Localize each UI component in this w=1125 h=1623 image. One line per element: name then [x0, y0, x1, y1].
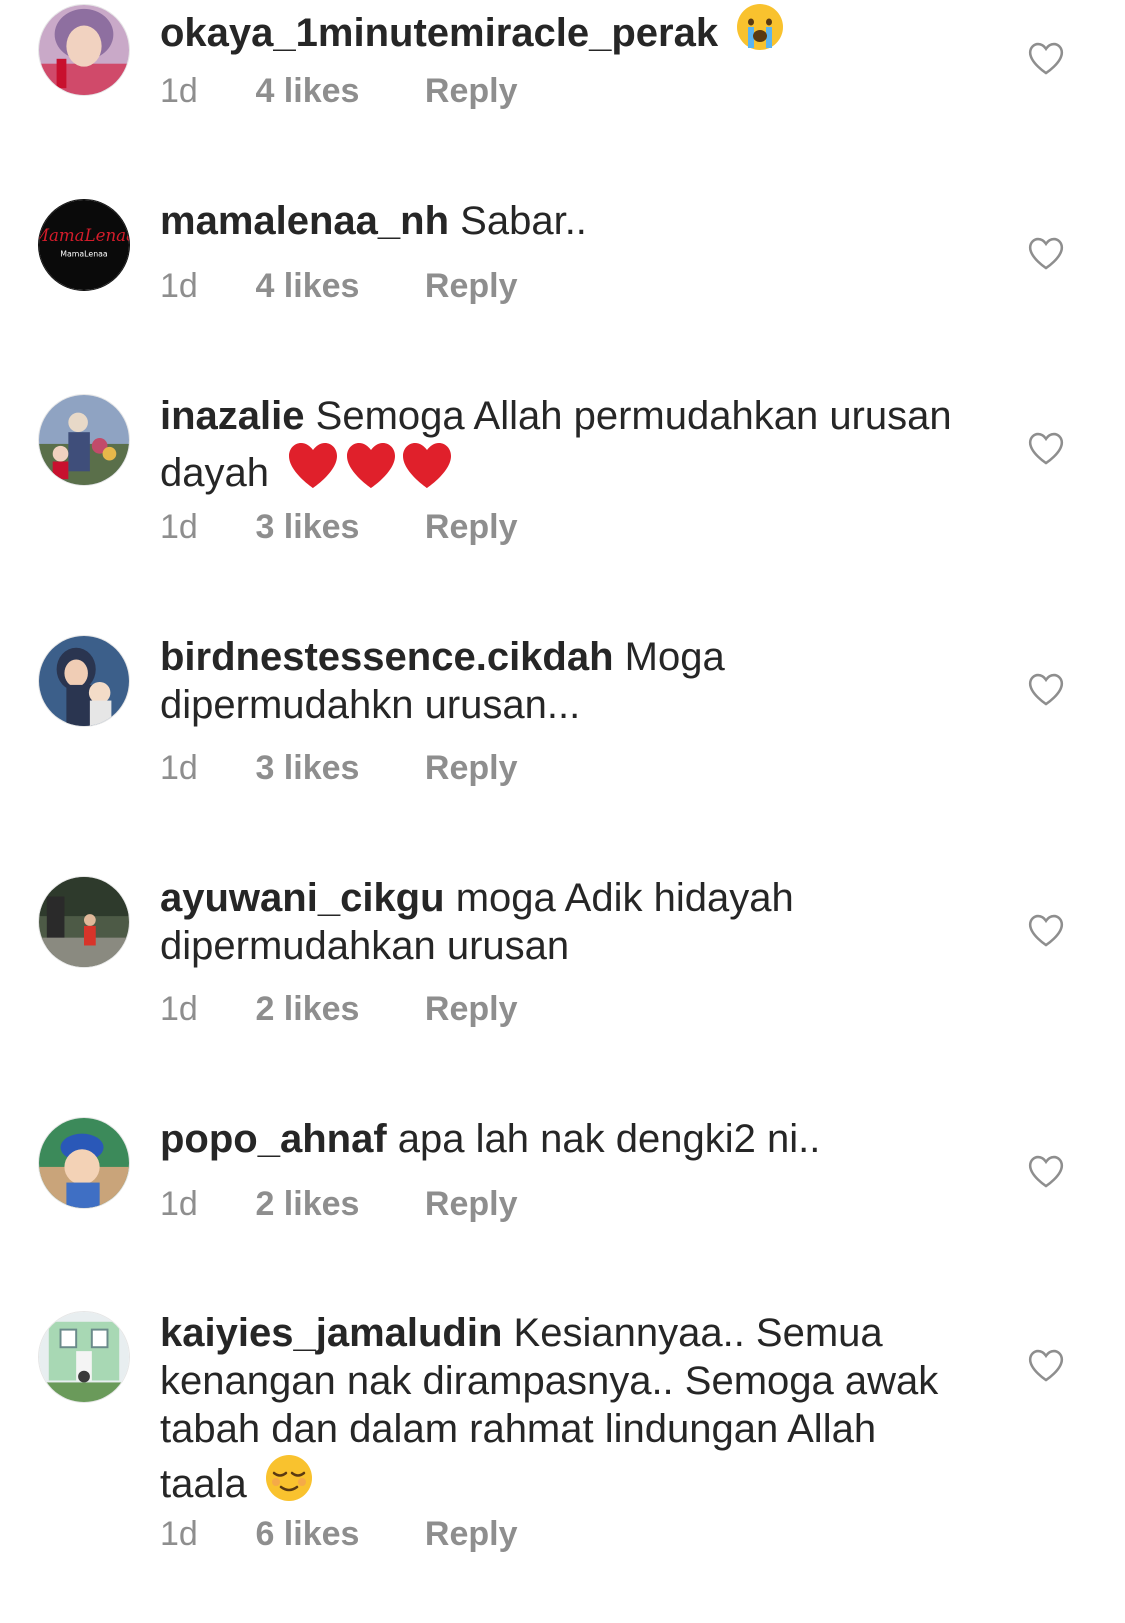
avatar[interactable]	[38, 1117, 130, 1209]
comment-age: 1d	[160, 267, 198, 305]
comment-age: 1d	[160, 749, 198, 787]
reply-button[interactable]: Reply	[425, 1515, 518, 1554]
reply-button[interactable]: Reply	[425, 749, 518, 788]
comment-text: okaya_1minutemiracle_perak	[160, 2, 960, 63]
comment-age: 1d	[160, 508, 198, 546]
crying-face-icon	[735, 2, 785, 63]
heart-icon[interactable]	[1027, 235, 1065, 271]
heart-icon[interactable]	[1027, 40, 1065, 76]
comment-meta: 1d 6 likes Reply	[160, 1515, 518, 1554]
heart-icon[interactable]	[1027, 912, 1065, 948]
comment-age: 1d	[160, 1515, 198, 1553]
comment-age: 1d	[160, 990, 198, 1028]
comment-text: inazalie Semoga Allah permudahkan urusan…	[160, 392, 960, 503]
avatar-logo-subtext: MamaLenaa	[60, 250, 108, 259]
comment-meta: 1d 3 likes Reply	[160, 508, 518, 547]
heart-icon[interactable]	[1027, 1347, 1065, 1383]
avatar[interactable]: MamaLenaa MamaLenaa	[38, 199, 130, 291]
comment-likes[interactable]: 2 likes	[255, 990, 415, 1029]
reply-button[interactable]: Reply	[425, 72, 518, 111]
comment-message: Sabar..	[460, 199, 587, 243]
reply-button[interactable]: Reply	[425, 508, 518, 547]
comment-age: 1d	[160, 72, 198, 110]
comment-meta: 1d 2 likes Reply	[160, 990, 518, 1029]
heart-icon[interactable]	[1027, 671, 1065, 707]
comment-meta: 1d 4 likes Reply	[160, 267, 518, 306]
comment-username[interactable]: okaya_1minutemiracle_perak	[160, 11, 718, 55]
comment-username[interactable]: inazalie	[160, 394, 305, 438]
comment-likes[interactable]: 6 likes	[255, 1515, 415, 1554]
comment-likes[interactable]: 2 likes	[255, 1185, 415, 1224]
avatar[interactable]	[38, 394, 130, 486]
comment-text: popo_ahnaf apa lah nak dengki2 ni..	[160, 1115, 960, 1163]
comment-likes[interactable]: 4 likes	[255, 267, 415, 306]
comment-text: ayuwani_cikgu moga Adik hidayah dipermud…	[160, 874, 960, 970]
heart-icon[interactable]	[1027, 430, 1065, 466]
comment-text: birdnestessence.cikdah Moga dipermudahkn…	[160, 633, 960, 729]
comment-username[interactable]: popo_ahnaf	[160, 1117, 387, 1161]
avatar[interactable]	[38, 1311, 130, 1403]
avatar-logo-text: MamaLenaa	[39, 226, 129, 245]
comment-meta: 1d 4 likes Reply	[160, 72, 518, 111]
reply-button[interactable]: Reply	[425, 1185, 518, 1224]
reply-button[interactable]: Reply	[425, 267, 518, 306]
heart-icon[interactable]	[1027, 1153, 1065, 1189]
avatar[interactable]	[38, 4, 130, 96]
relieved-face-icon	[264, 1453, 314, 1514]
comment-username[interactable]: mamalenaa_nh	[160, 199, 449, 243]
comment-likes[interactable]: 3 likes	[255, 508, 415, 547]
comment-likes[interactable]: 4 likes	[255, 72, 415, 111]
red-hearts-icon	[286, 440, 454, 503]
reply-button[interactable]: Reply	[425, 990, 518, 1029]
comment-meta: 1d 3 likes Reply	[160, 749, 518, 788]
avatar[interactable]	[38, 635, 130, 727]
comment-age: 1d	[160, 1185, 198, 1223]
comment-username[interactable]: kaiyies_jamaludin	[160, 1311, 502, 1355]
comment-message: apa lah nak dengki2 ni..	[397, 1117, 821, 1161]
comment-meta: 1d 2 likes Reply	[160, 1185, 518, 1224]
avatar[interactable]	[38, 876, 130, 968]
comment-username[interactable]: birdnestessence.cikdah	[160, 635, 614, 679]
comment-text: mamalenaa_nh Sabar..	[160, 197, 960, 245]
comment-username[interactable]: ayuwani_cikgu	[160, 876, 445, 920]
comment-text: kaiyies_jamaludin Kesiannyaa.. Semua ken…	[160, 1309, 960, 1514]
comment-likes[interactable]: 3 likes	[255, 749, 415, 788]
